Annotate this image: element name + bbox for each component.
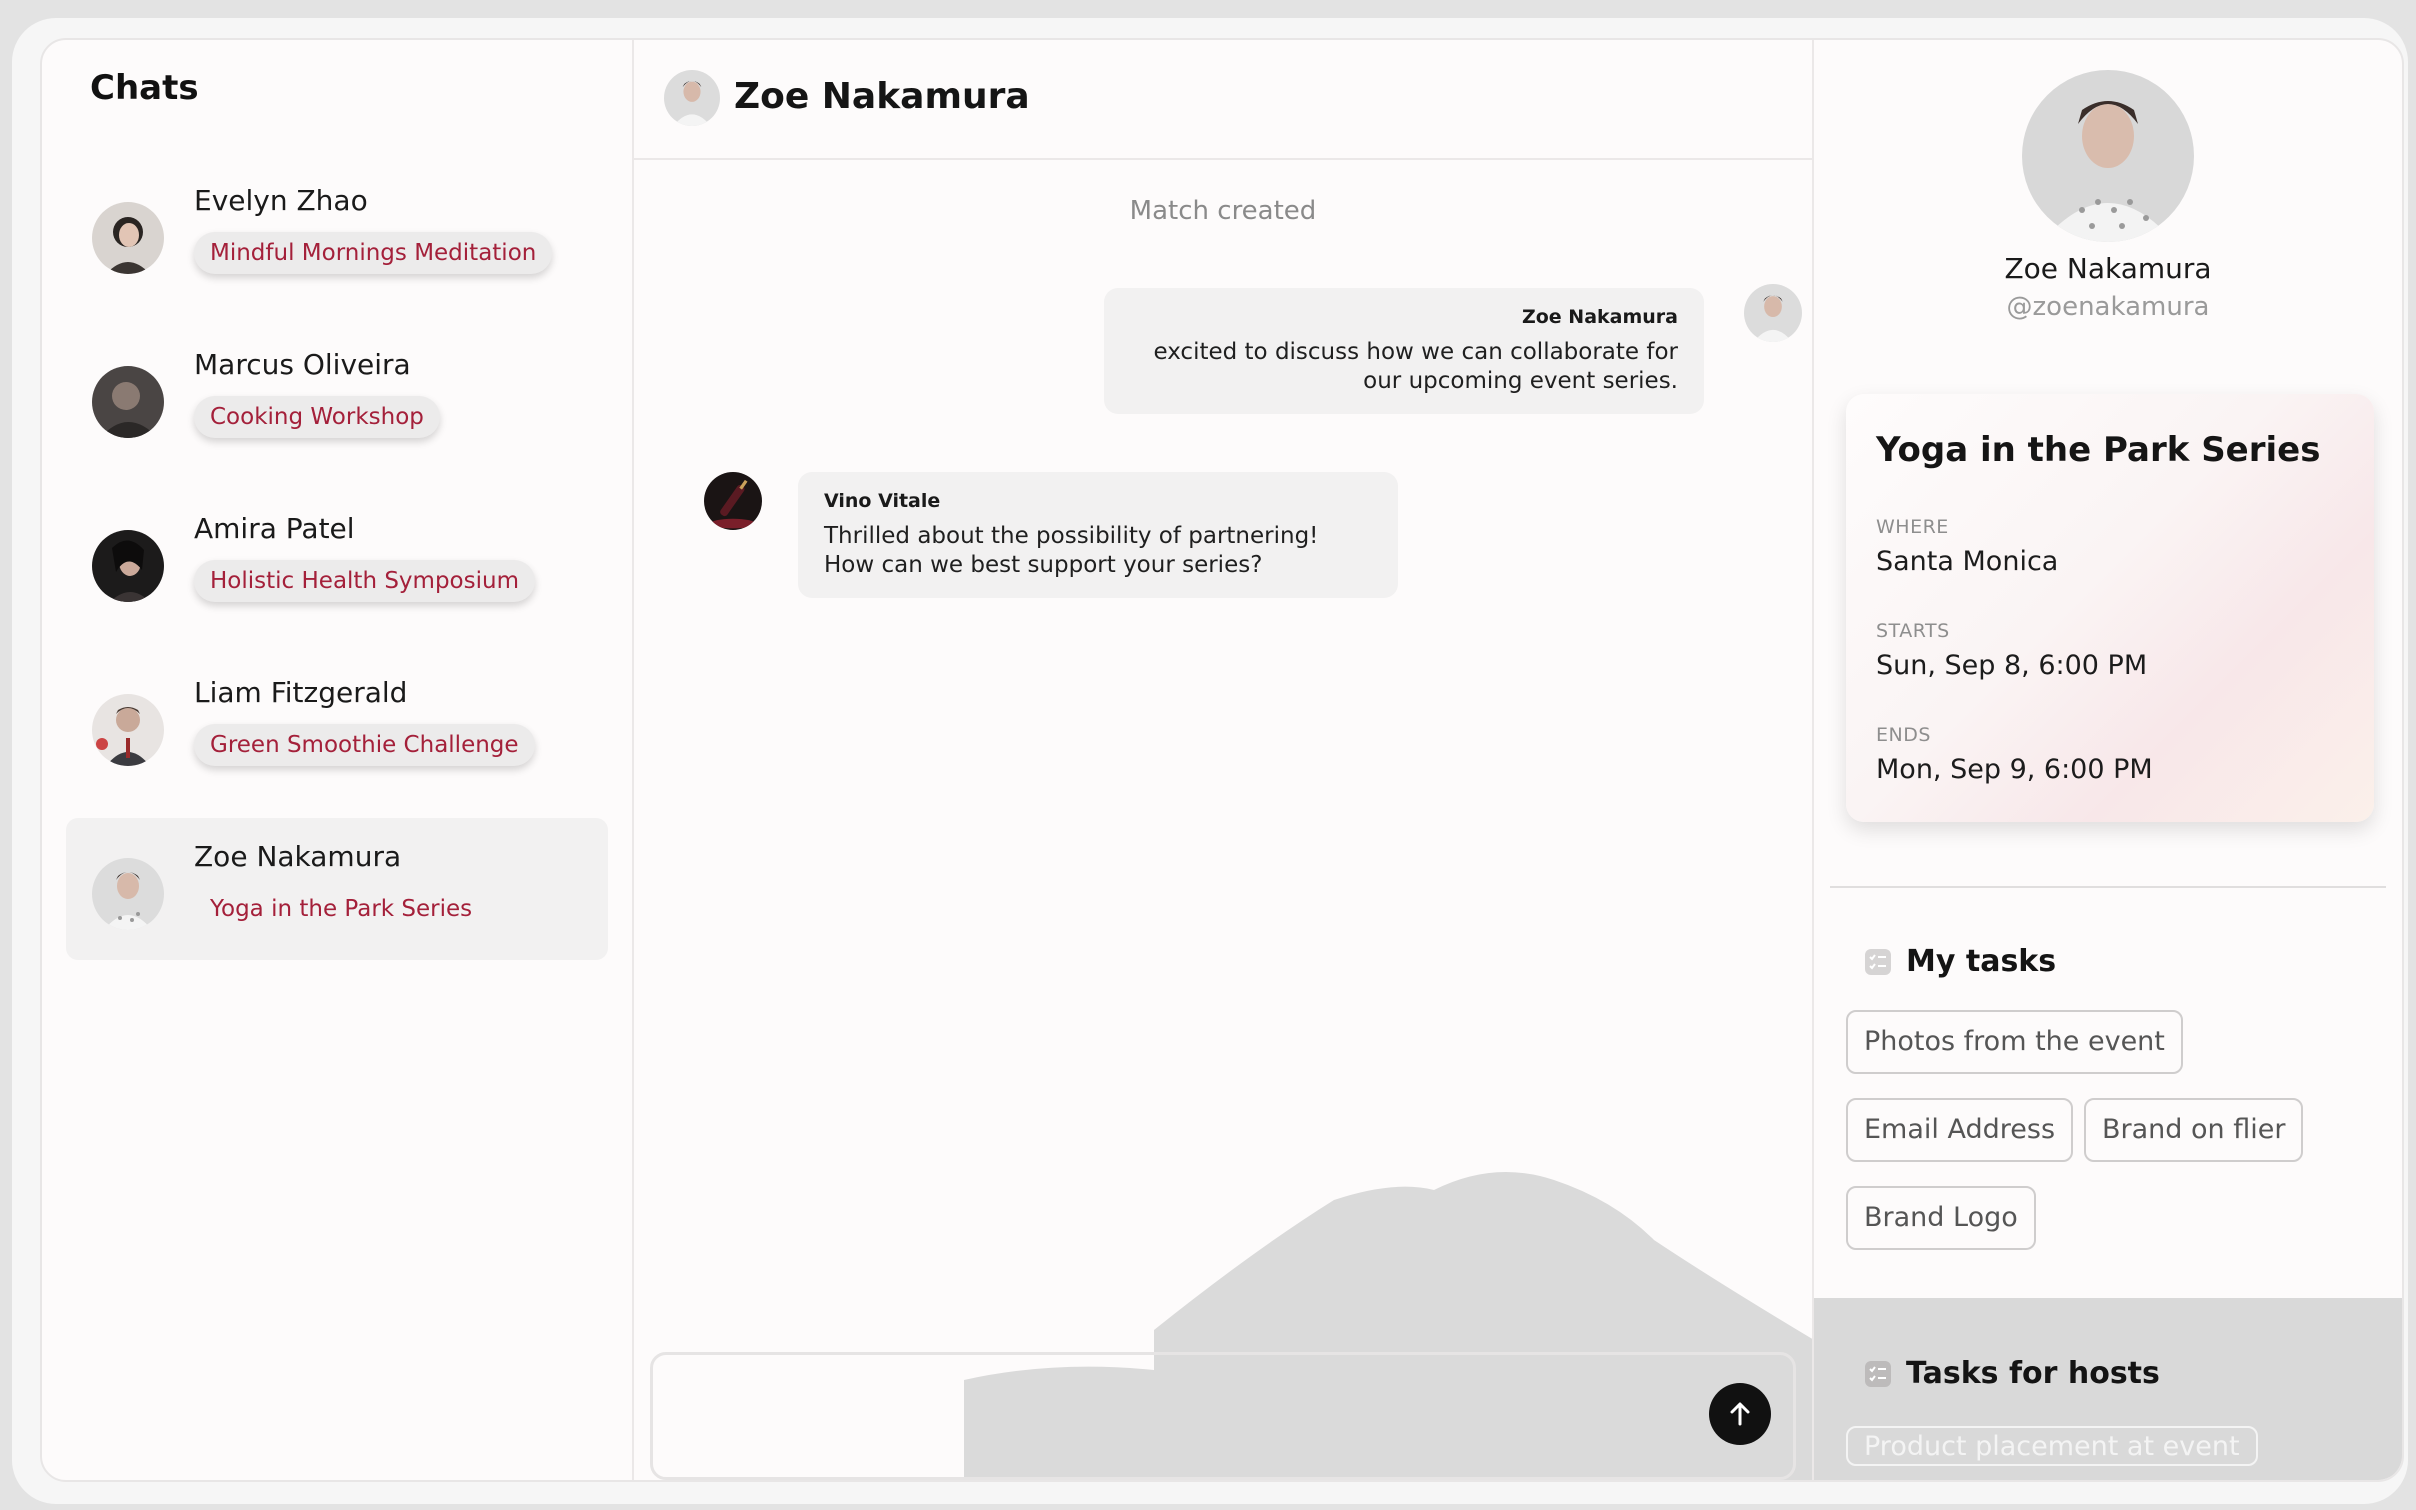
task-chip[interactable]: Brand Logo [1846, 1186, 2036, 1250]
conversation-panel: Zoe Nakamura Match created Zoe Nakamura … [634, 40, 1814, 1480]
my-tasks-title: My tasks [1906, 944, 2057, 979]
event-tag: Green Smoothie Challenge [194, 724, 535, 766]
profile-avatar [2022, 70, 2194, 242]
message-text: Thrilled about the possibility of partne… [824, 523, 1319, 578]
message-sender: Vino Vitale [824, 490, 941, 512]
conversation-title: Zoe Nakamura [734, 76, 1030, 117]
starts-value: Sun, Sep 8, 6:00 PM [1876, 650, 2148, 681]
chat-name: Evelyn Zhao [194, 184, 368, 217]
avatar [92, 366, 164, 438]
event-tag: Yoga in the Park Series [210, 896, 473, 922]
profile-handle: @zoenakamura [2006, 292, 2210, 322]
event-tag: Holistic Health Symposium [194, 560, 535, 602]
checklist-icon [1865, 949, 1891, 975]
chat-item-amira-patel[interactable]: Amira Patel Holistic Health Symposium [66, 490, 608, 632]
system-message: Match created [1129, 196, 1317, 226]
message-composer [650, 1352, 1796, 1480]
background-scribble [964, 1172, 1812, 1480]
where-label: WHERE [1876, 516, 1949, 538]
avatar [1744, 284, 1802, 342]
chat-item-evelyn-zhao[interactable]: Evelyn Zhao Mindful Mornings Meditation [66, 162, 608, 304]
chats-sidebar: Chats Evelyn Zhao Mindful Mornings Medit… [42, 40, 634, 1480]
send-button[interactable] [1709, 1383, 1771, 1445]
task-chip[interactable]: Product placement at event [1846, 1426, 2258, 1466]
ends-value: Mon, Sep 9, 6:00 PM [1876, 754, 2153, 785]
where-value: Santa Monica [1876, 546, 2059, 577]
event-card: Yoga in the Park Series WHERE Santa Moni… [1846, 394, 2374, 822]
message-bubble-outgoing: Zoe Nakamura excited to discuss how we c… [1104, 288, 1704, 414]
arrow-up-icon [1730, 1402, 1750, 1426]
chat-name: Marcus Oliveira [194, 348, 411, 381]
profile-panel: Zoe Nakamura @zoenakamura Yoga in the Pa… [1814, 40, 2402, 1480]
chat-item-marcus-oliveira[interactable]: Marcus Oliveira Cooking Workshop [66, 326, 608, 468]
message-text: excited to discuss how we can collaborat… [1153, 339, 1678, 394]
starts-label: STARTS [1876, 620, 1950, 642]
event-tag: Mindful Mornings Meditation [194, 232, 553, 274]
avatar [92, 202, 164, 274]
message-input[interactable] [673, 1373, 1673, 1461]
event-title: Yoga in the Park Series [1876, 430, 2321, 470]
host-tasks-title: Tasks for hosts [1906, 1356, 2160, 1391]
message-bubble-incoming: Vino Vitale Thrilled about the possibili… [798, 472, 1398, 598]
chat-item-zoe-nakamura[interactable]: Zoe Nakamura Yoga in the Park Series [66, 818, 608, 960]
chat-item-liam-fitzgerald[interactable]: Liam Fitzgerald Green Smoothie Challenge [66, 654, 608, 796]
task-chip[interactable]: Photos from the event [1846, 1010, 2183, 1074]
avatar [92, 530, 164, 602]
ends-label: ENDS [1876, 724, 1931, 746]
profile-name: Zoe Nakamura [2004, 252, 2212, 285]
divider [1830, 886, 2386, 888]
sidebar-title: Chats [90, 68, 199, 108]
chat-name: Amira Patel [194, 512, 355, 545]
app-window: Chats Evelyn Zhao Mindful Mornings Medit… [40, 38, 2404, 1482]
conversation-header: Zoe Nakamura [634, 40, 1812, 160]
event-tag: Cooking Workshop [194, 396, 440, 438]
chat-name: Liam Fitzgerald [194, 676, 408, 709]
avatar [704, 472, 762, 530]
checklist-icon [1865, 1361, 1891, 1387]
message-sender: Zoe Nakamura [1521, 306, 1678, 328]
avatar[interactable] [664, 70, 720, 126]
avatar [92, 694, 164, 766]
chat-name: Zoe Nakamura [194, 840, 402, 873]
avatar [92, 858, 164, 930]
task-chip[interactable]: Email Address [1846, 1098, 2074, 1162]
task-chip[interactable]: Brand on flier [2084, 1098, 2304, 1162]
